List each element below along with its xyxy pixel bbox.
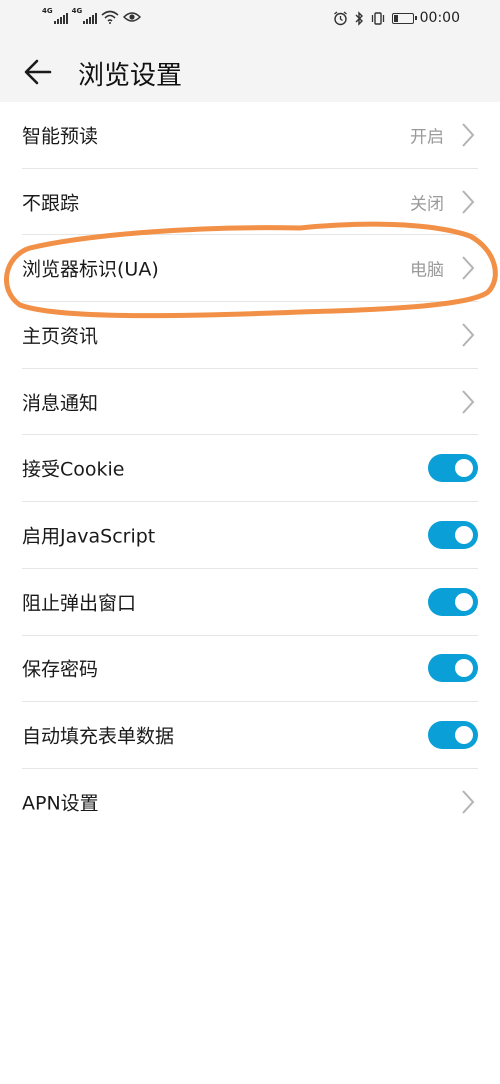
settings-row-label: 保存密码 xyxy=(22,658,99,681)
chevron-right-icon xyxy=(462,790,475,814)
status-right: 00:00 xyxy=(333,10,460,26)
chevron-right-icon xyxy=(462,389,475,414)
settings-row-label: APN设置 xyxy=(22,792,99,815)
settings-row[interactable]: 自动填充表单数据 xyxy=(22,702,478,769)
eye-icon xyxy=(123,12,142,22)
toggle-switch[interactable] xyxy=(428,587,478,616)
settings-row[interactable]: 主页资讯 xyxy=(22,302,478,369)
settings-row-label: 阻止弹出窗口 xyxy=(22,592,137,615)
toggle-knob xyxy=(455,459,473,478)
settings-row-value: 关闭 xyxy=(410,194,444,215)
alarm-icon xyxy=(333,10,347,25)
toggle-switch[interactable] xyxy=(428,454,478,483)
settings-row-label: 主页资讯 xyxy=(22,325,99,348)
page-title: 浏览设置 xyxy=(78,61,183,91)
settings-row-label: 智能预读 xyxy=(22,125,99,148)
vibrate-icon xyxy=(371,11,384,25)
settings-row-label: 启用JavaScript xyxy=(22,525,156,548)
toggle-knob xyxy=(455,659,473,678)
chevron-right-icon xyxy=(462,189,475,214)
chevron-right-icon xyxy=(462,123,475,147)
toggle-switch[interactable] xyxy=(428,721,478,750)
settings-row-value: 开启 xyxy=(410,127,444,148)
toggle-switch[interactable] xyxy=(428,654,478,683)
settings-row[interactable]: 阻止弹出窗口 xyxy=(22,569,478,636)
network-type-sim1: 4G xyxy=(42,7,53,15)
settings-row[interactable]: 浏览器标识(UA) 电脑 xyxy=(22,235,478,303)
clock-time: 00:00 xyxy=(419,10,460,26)
title-bar: 浏览设置 xyxy=(0,40,500,102)
toggle-knob xyxy=(455,726,473,745)
status-left: 4G 4G xyxy=(42,7,142,24)
signal-bars-icon xyxy=(53,13,68,24)
chevron-right-icon xyxy=(462,323,475,347)
signal-bars-icon xyxy=(83,13,98,24)
toggle-knob xyxy=(455,592,473,611)
settings-row[interactable]: 启用JavaScript xyxy=(22,502,478,569)
settings-row-value: 电脑 xyxy=(410,260,444,281)
network-type-sim2: 4G xyxy=(71,7,83,15)
settings-row-label: 自动填充表单数据 xyxy=(22,725,175,748)
toggle-switch[interactable] xyxy=(428,520,478,549)
chevron-right-icon xyxy=(462,256,475,280)
wifi-icon xyxy=(101,10,119,24)
settings-list: 智能预读 开启不跟踪 关闭浏览器标识(UA) 电脑主页资讯消息通知接受Cookie 启用… xyxy=(0,102,500,836)
toggle-knob xyxy=(455,525,473,544)
settings-row[interactable]: 消息通知 xyxy=(22,369,478,436)
settings-row-label: 不跟踪 xyxy=(22,192,80,215)
battery-level xyxy=(393,14,398,22)
settings-row[interactable]: 接受Cookie xyxy=(22,435,478,503)
settings-row[interactable]: 智能预读 开启 xyxy=(22,102,478,169)
battery-icon xyxy=(391,12,417,24)
settings-row[interactable]: 保存密码 xyxy=(22,636,478,703)
settings-row[interactable]: 不跟踪 关闭 xyxy=(22,169,478,236)
arrow-left-icon[interactable] xyxy=(20,54,56,90)
status-bar: 4G 4G 00:00 xyxy=(0,0,500,40)
signal-sim2: 4G xyxy=(72,7,98,24)
bluetooth-icon xyxy=(355,10,363,26)
signal-sim1: 4G xyxy=(42,7,68,24)
settings-row-label: 消息通知 xyxy=(22,392,99,415)
settings-row-label: 接受Cookie xyxy=(22,458,125,481)
settings-row-label: 浏览器标识(UA) xyxy=(22,258,159,281)
settings-row[interactable]: APN设置 xyxy=(22,769,478,836)
